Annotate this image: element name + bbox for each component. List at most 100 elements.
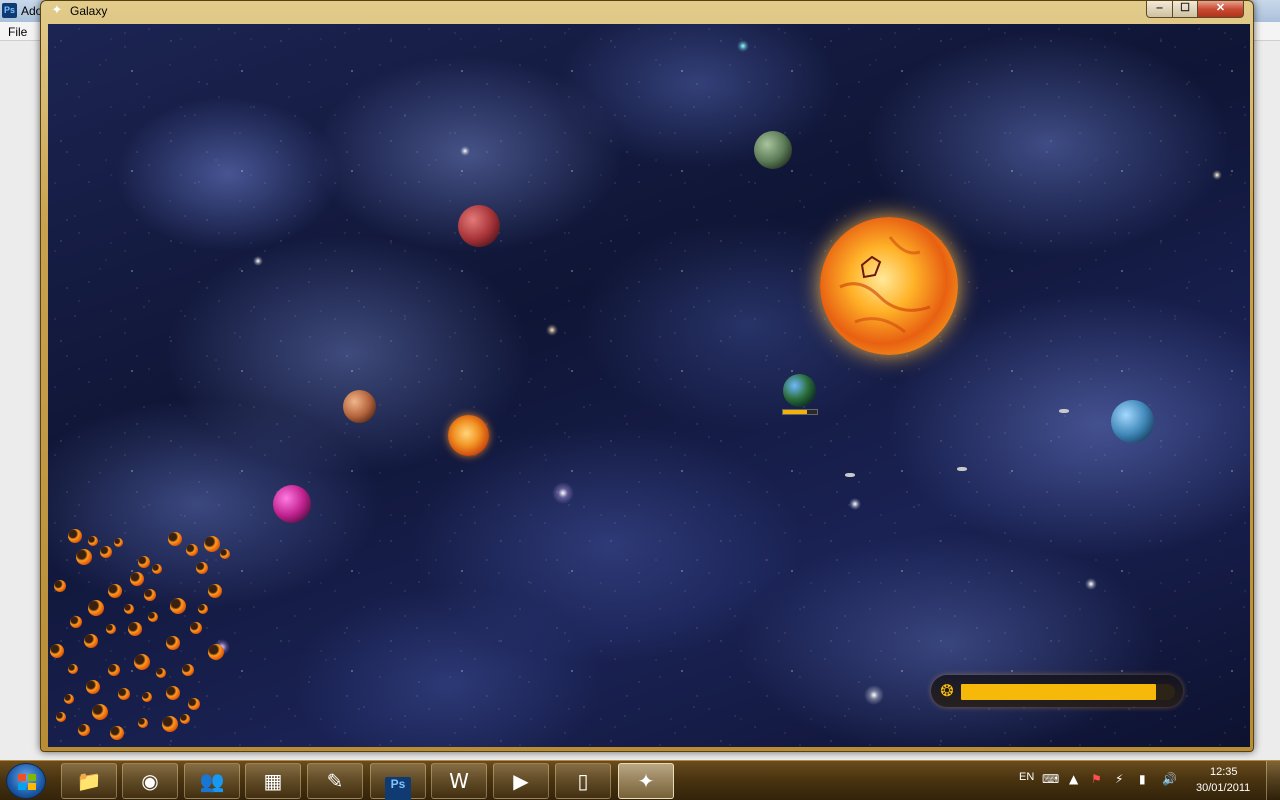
asteroid [50,644,64,658]
asteroid [220,549,230,559]
taskbar-media-player[interactable]: ▶ [493,763,549,799]
bright-star [864,685,884,705]
bright-star [737,40,749,52]
asteroid [162,716,178,732]
asteroid [166,686,180,700]
photoshop-icon: Ps [2,3,17,18]
taskbar-messenger[interactable]: 👥 [184,763,240,799]
asteroid [166,636,180,650]
orange-planet[interactable] [343,390,376,423]
menu-file[interactable]: File [8,25,27,39]
asteroid [208,584,222,598]
asteroid [168,532,182,546]
bright-star [1212,170,1222,180]
asteroid [54,580,66,592]
energy-hud: ❂ [931,675,1183,707]
magenta-planet[interactable] [273,485,311,523]
asteroid [188,698,200,710]
ship [1059,409,1069,413]
network-icon[interactable]: ▮ [1139,772,1146,786]
asteroid [156,668,166,678]
word-icon: W [449,769,469,793]
clock-date[interactable]: 30/01/2011 [1196,782,1250,794]
action-center-icon[interactable]: ⚑ [1091,772,1102,786]
messenger-icon: 👥 [199,769,225,793]
asteroid [88,536,98,546]
asteroid [84,634,98,648]
asteroid [86,680,100,694]
green-planet[interactable] [754,131,792,169]
asteroid [128,622,142,636]
asteroid [76,549,92,565]
taskbar-explorer[interactable]: 📁 [61,763,117,799]
asteroid [108,664,120,676]
rocket-icon: ❂ [940,681,954,700]
blue-planet[interactable] [1111,400,1154,443]
sun[interactable] [820,217,958,355]
asteroid [92,704,108,720]
window-title: Galaxy [70,4,108,18]
taskbar-notepad[interactable]: ✎ [307,763,363,799]
keyboard-icon[interactable]: ⌨ [1042,772,1059,786]
asteroid [190,622,202,634]
bright-star [1085,578,1097,590]
clock-time[interactable]: 12:35 [1210,766,1238,778]
asteroid [68,529,82,543]
bright-star [253,256,263,266]
power-icon[interactable]: ⚡ [1115,772,1123,786]
gamepad-icon: ✦ [637,769,655,793]
fire-planet[interactable] [448,415,489,456]
language-indicator[interactable]: EN [1019,771,1034,783]
asteroid [138,718,148,728]
earth-planet[interactable] [783,374,816,407]
game-canvas[interactable]: ❂ [48,24,1250,747]
gamepad-icon: ✦ [51,3,63,18]
show-desktop-button[interactable] [1266,761,1280,800]
asteroid [124,604,134,614]
starfield-dense [48,24,1250,747]
asteroid [198,604,208,614]
asteroid [170,598,186,614]
taskbar: 📁 ◉ 👥 ▦ ✎ Ps W ▶ ▯ ✦ [0,760,1280,800]
asteroid [68,664,78,674]
galaxy-window: ✦ Galaxy ‒ ☐ ✕ ❂ [40,0,1254,752]
sun-surface-detail [839,236,931,334]
asteroid [114,538,123,547]
taskbar-calculator[interactable]: ▦ [245,763,301,799]
start-button[interactable] [6,763,46,799]
show-hidden-icons-icon[interactable]: ▲ [1069,772,1078,786]
asteroid [56,712,66,722]
asteroid [142,692,152,702]
calculator-icon: ▦ [263,769,283,793]
device-icon: ▯ [577,769,589,793]
close-button[interactable]: ✕ [1197,1,1244,18]
asteroid [204,536,220,552]
bright-star [546,324,558,336]
taskbar-word[interactable]: W [431,763,487,799]
maximize-button[interactable]: ☐ [1172,1,1198,18]
taskbar-photoshop[interactable]: Ps [370,763,426,800]
folder-icon: 📁 [76,769,102,793]
asteroid [138,556,150,568]
planet-progress-fill [783,410,807,414]
notepad-icon: ✎ [326,769,344,793]
volume-icon[interactable]: 🔊 [1162,772,1177,786]
planet-progress-bar [782,409,818,415]
energy-bar-fill [961,684,1156,700]
media-player-icon: ▶ [513,769,529,793]
minimize-button[interactable]: ‒ [1146,1,1173,18]
taskbar-galaxy[interactable]: ✦ [618,763,674,799]
energy-bar [961,684,1175,700]
asteroid [186,544,198,556]
asteroid [180,714,190,724]
asteroid [152,564,162,574]
asteroid [108,584,122,598]
taskbar-firefox[interactable]: ◉ [122,763,178,799]
asteroid [144,589,156,601]
asteroid [78,724,90,736]
ship [845,473,855,477]
asteroid [182,664,194,676]
red-planet[interactable] [458,205,500,247]
asteroid [208,644,224,660]
taskbar-device[interactable]: ▯ [555,763,611,799]
